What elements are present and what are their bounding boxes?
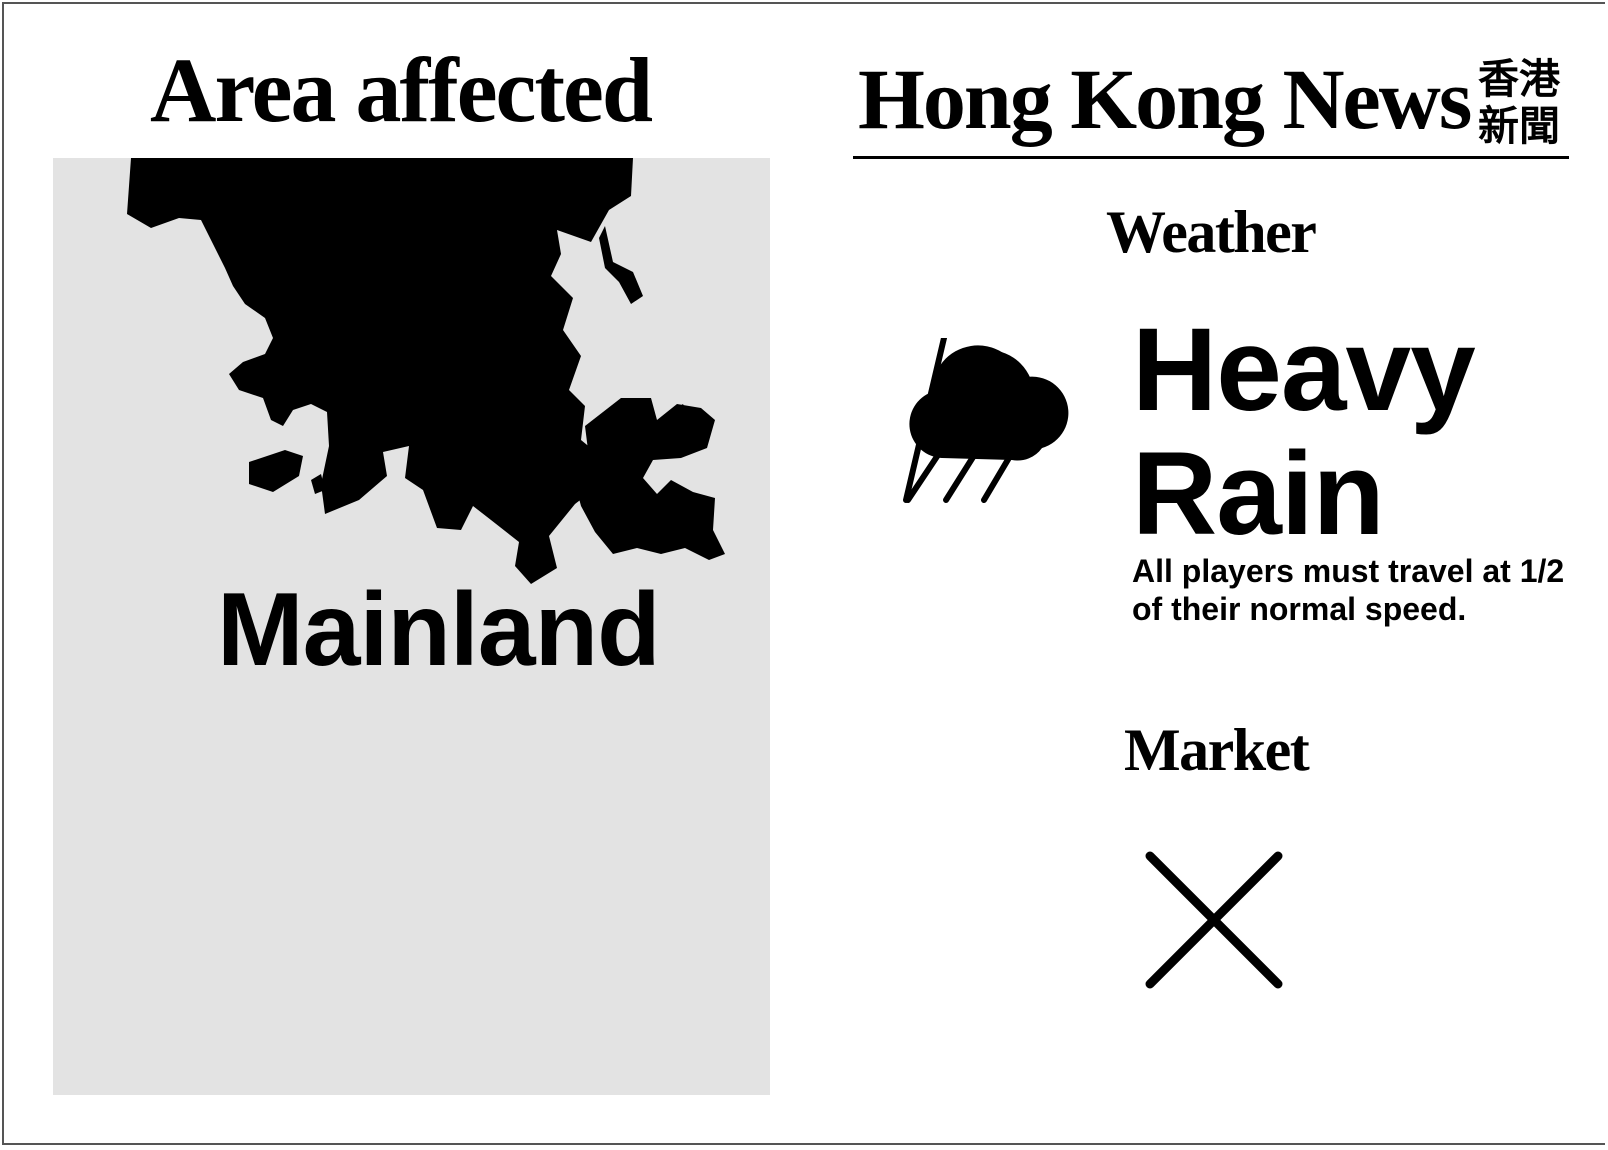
weather-name: Heavy Rain xyxy=(1132,304,1476,560)
area-map-panel: Mainland xyxy=(53,158,770,1095)
weather-name-line2: Rain xyxy=(1132,428,1385,560)
cross-icon xyxy=(1145,851,1283,989)
market-heading: Market xyxy=(1124,717,1310,783)
news-title-chinese-line2: 新聞 xyxy=(1478,102,1560,150)
news-title-chinese: 香港 新聞 xyxy=(1478,56,1572,150)
weather-heading: Weather xyxy=(1106,199,1317,265)
news-title-chinese-line1: 香港 xyxy=(1478,55,1560,103)
area-name: Mainland xyxy=(217,572,661,688)
weather-description: All players must travel at 1/2 of their … xyxy=(1132,553,1565,627)
rain-cloud-icon xyxy=(903,338,1069,503)
news-title-rule xyxy=(853,156,1569,159)
area-affected-title: Area affected xyxy=(150,39,653,141)
weather-name-line1: Heavy xyxy=(1132,304,1476,436)
news-title: Hong Kong News xyxy=(858,51,1472,147)
